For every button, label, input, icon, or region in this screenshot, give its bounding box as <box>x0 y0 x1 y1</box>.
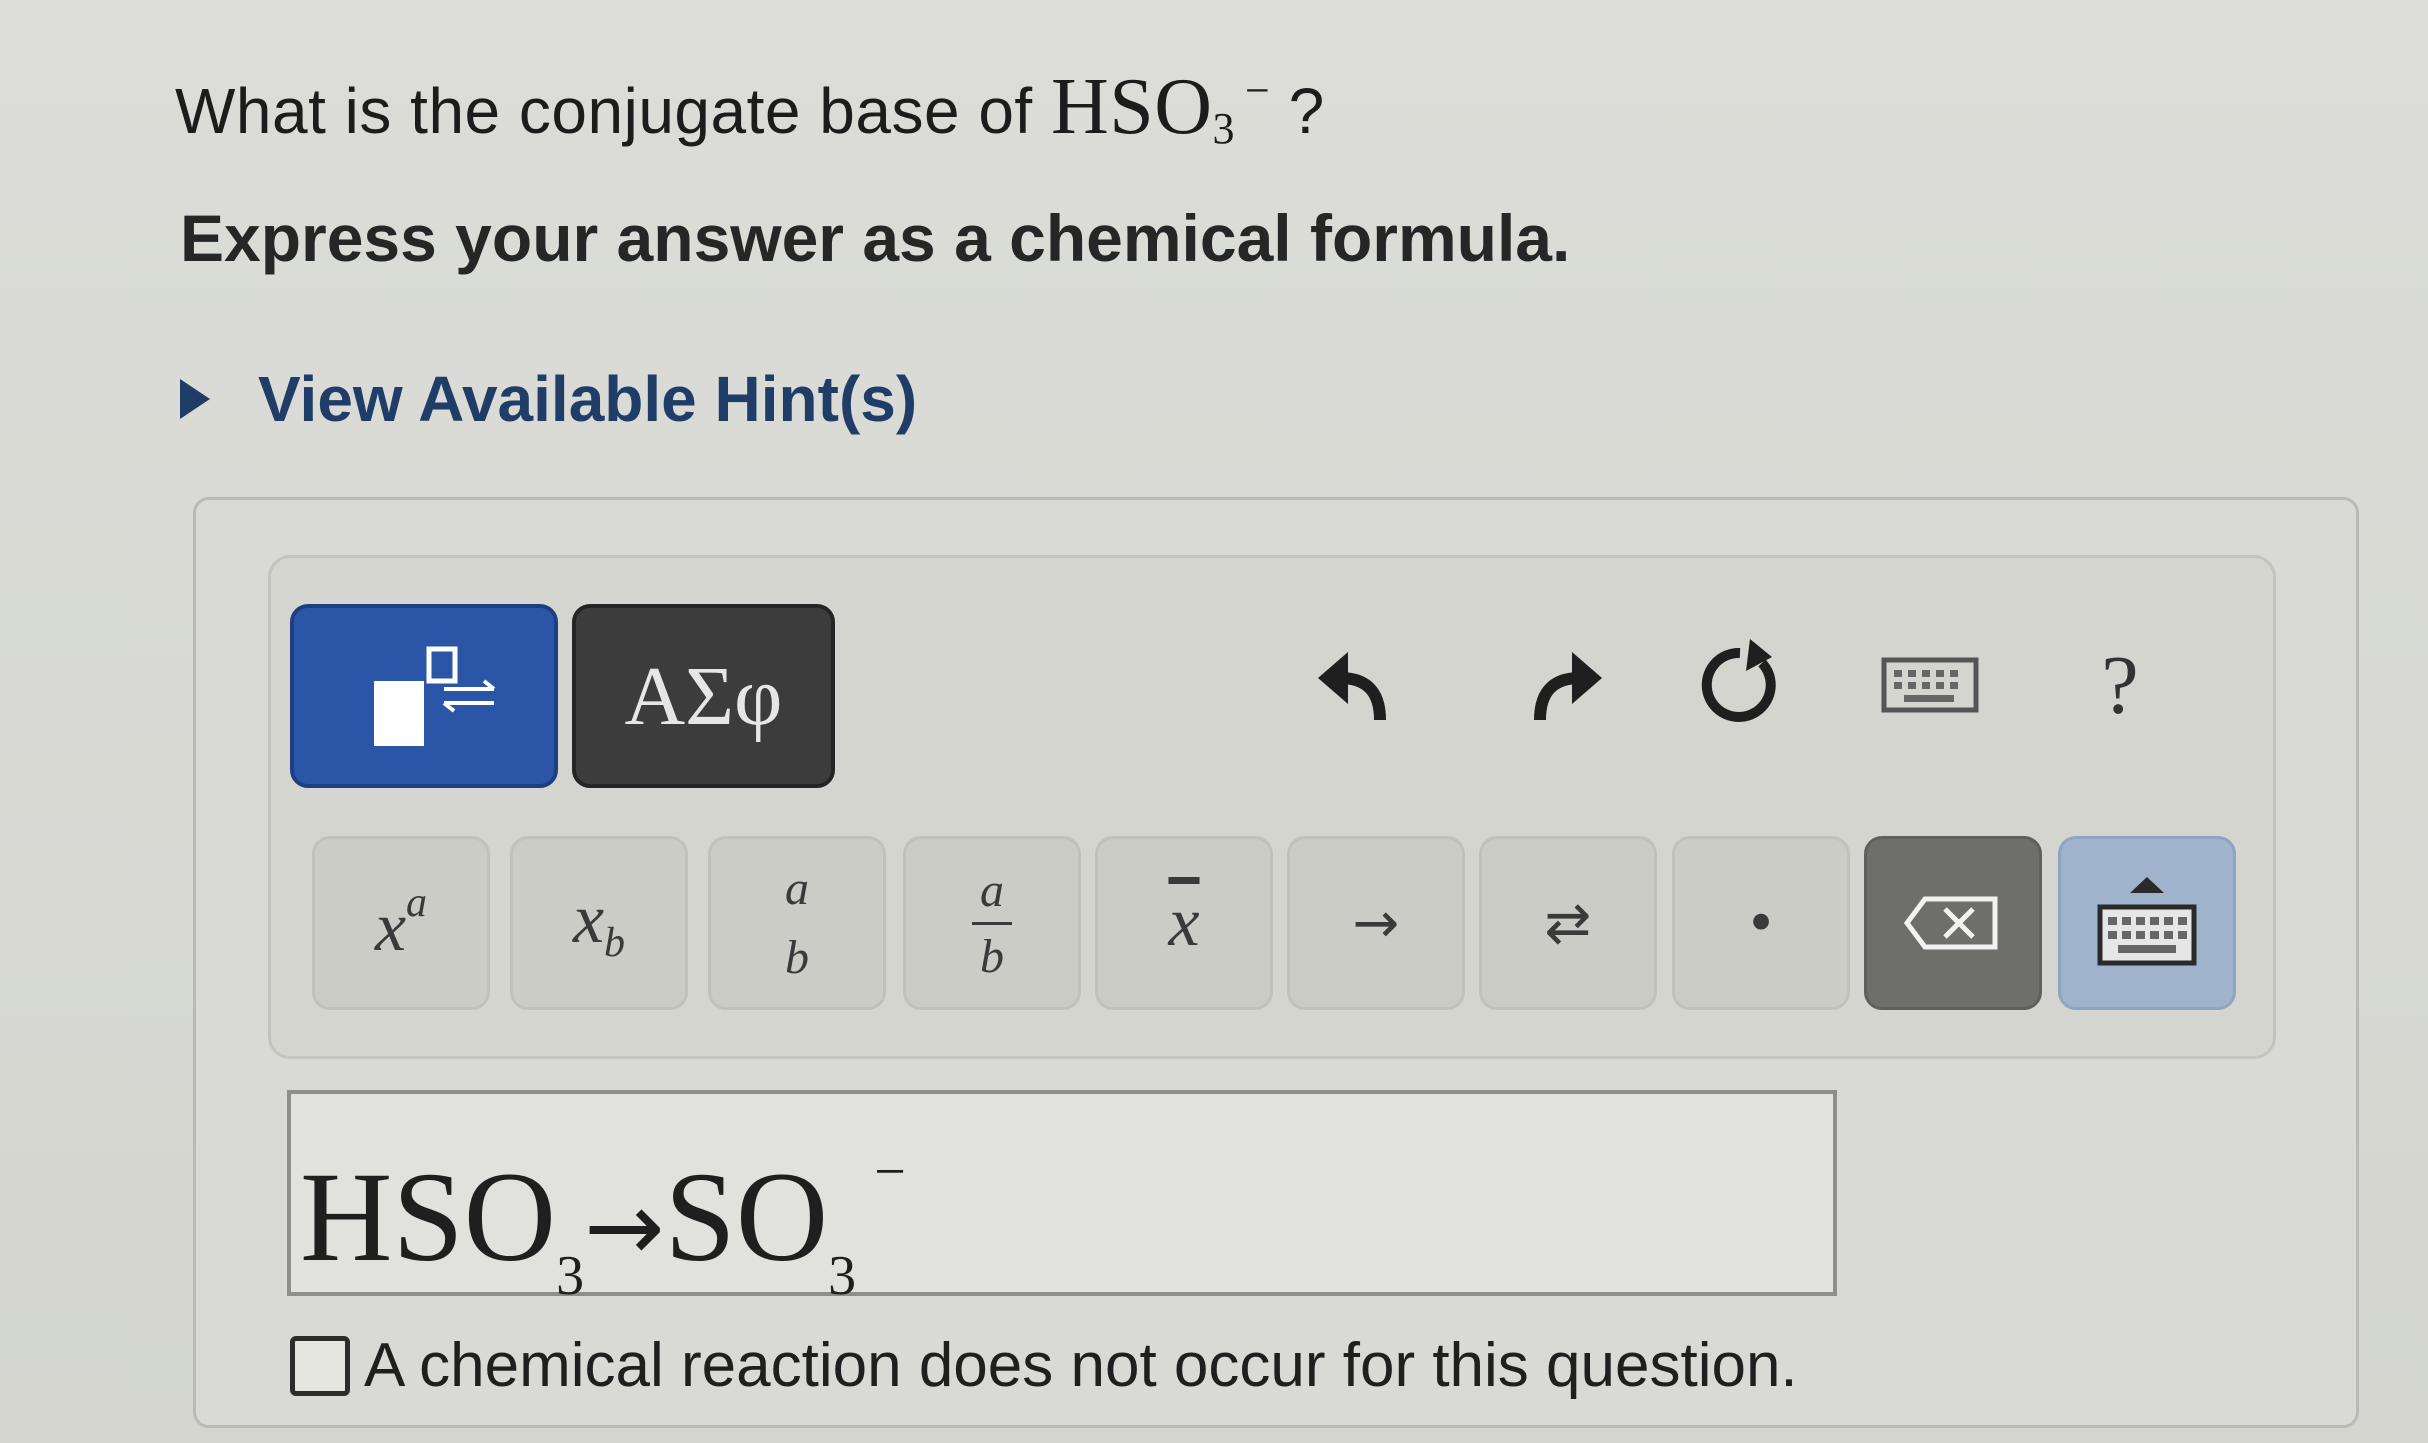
question-formula: HSO3− <box>1050 63 1271 153</box>
redo-icon <box>1534 652 1602 721</box>
formula-main: HSO <box>1050 63 1213 151</box>
formula-subscript: 3 <box>1212 104 1236 153</box>
fraction-bottom: b <box>980 929 1004 983</box>
greek-mode-button[interactable]: ΑΣφ <box>572 604 835 788</box>
answer-right-charge: − <box>874 1141 906 1203</box>
fraction-key[interactable]: a b <box>903 836 1081 1010</box>
answer-right-sub: 3 <box>828 1245 857 1307</box>
overbar-glyph: x <box>1168 884 1200 961</box>
keyboard-toggle-key[interactable] <box>2058 836 2236 1010</box>
redo-button[interactable] <box>1505 630 1615 740</box>
keyboard-shortcuts-button[interactable] <box>1875 630 1985 740</box>
reaction-arrow-glyph: → <box>1352 890 1400 956</box>
dot-glyph: • <box>1745 891 1777 955</box>
question-suffix: ? <box>1288 75 1325 147</box>
greek-mode-label: ΑΣφ <box>624 649 783 743</box>
instruction-text: Express your answer as a chemical formul… <box>180 201 1571 275</box>
question-prefix: What is the conjugate base of <box>175 75 1033 147</box>
subscript-key[interactable]: xb <box>510 836 688 1010</box>
reset-icon <box>1701 639 1776 722</box>
keyboard-icon <box>1881 657 1979 713</box>
hint-label: View Available Hint(s) <box>258 363 918 435</box>
undo-button[interactable] <box>1305 630 1415 740</box>
answer-expression: HSO3→SO3− <box>300 1140 906 1308</box>
reset-button[interactable] <box>1685 630 1795 740</box>
formula-charge: − <box>1245 66 1271 115</box>
equilibrium-arrow-key[interactable]: ⇄ <box>1479 836 1657 1010</box>
view-hints-link[interactable]: View Available Hint(s) <box>180 362 917 436</box>
keyboard-icon <box>2097 877 2197 966</box>
no-reaction-option[interactable]: A chemical reaction does not occur for t… <box>290 1330 1798 1401</box>
fraction-bar <box>972 921 1012 925</box>
help-button[interactable]: ? <box>2065 630 2175 740</box>
superscript-key[interactable]: xa <box>312 836 490 1010</box>
stacked-bottom: b <box>785 931 809 984</box>
templates-mode-button[interactable] <box>290 604 558 788</box>
backspace-icon <box>1903 896 1998 950</box>
answer-right-main: SO <box>664 1146 829 1288</box>
equilibrium-arrow-glyph: ⇄ <box>1544 890 1592 956</box>
no-reaction-label: A chemical reaction does not occur for t… <box>364 1331 1798 1400</box>
no-reaction-checkbox[interactable] <box>290 1335 350 1396</box>
answer-left-main: HSO <box>300 1146 557 1288</box>
triangle-right-icon <box>180 379 210 419</box>
reaction-arrow-key[interactable]: → <box>1287 836 1465 1010</box>
subscript-glyph: xb <box>572 880 626 966</box>
undo-icon <box>1318 652 1386 721</box>
stacked-top: a <box>785 862 809 915</box>
backspace-key[interactable] <box>1864 836 2042 1010</box>
superscript-glyph: xa <box>374 879 428 966</box>
answer-arrow: → <box>584 1171 665 1283</box>
question-text: What is the conjugate base of HSO3− ? <box>175 62 1325 154</box>
dot-key[interactable]: • <box>1672 836 1850 1010</box>
stacked-script-key[interactable]: a b <box>708 836 886 1010</box>
answer-left-sub: 3 <box>556 1245 585 1307</box>
help-label: ? <box>2101 638 2139 732</box>
templates-icon <box>374 646 496 746</box>
fraction-top: a <box>980 863 1004 917</box>
overbar-key[interactable]: x <box>1095 836 1273 1010</box>
